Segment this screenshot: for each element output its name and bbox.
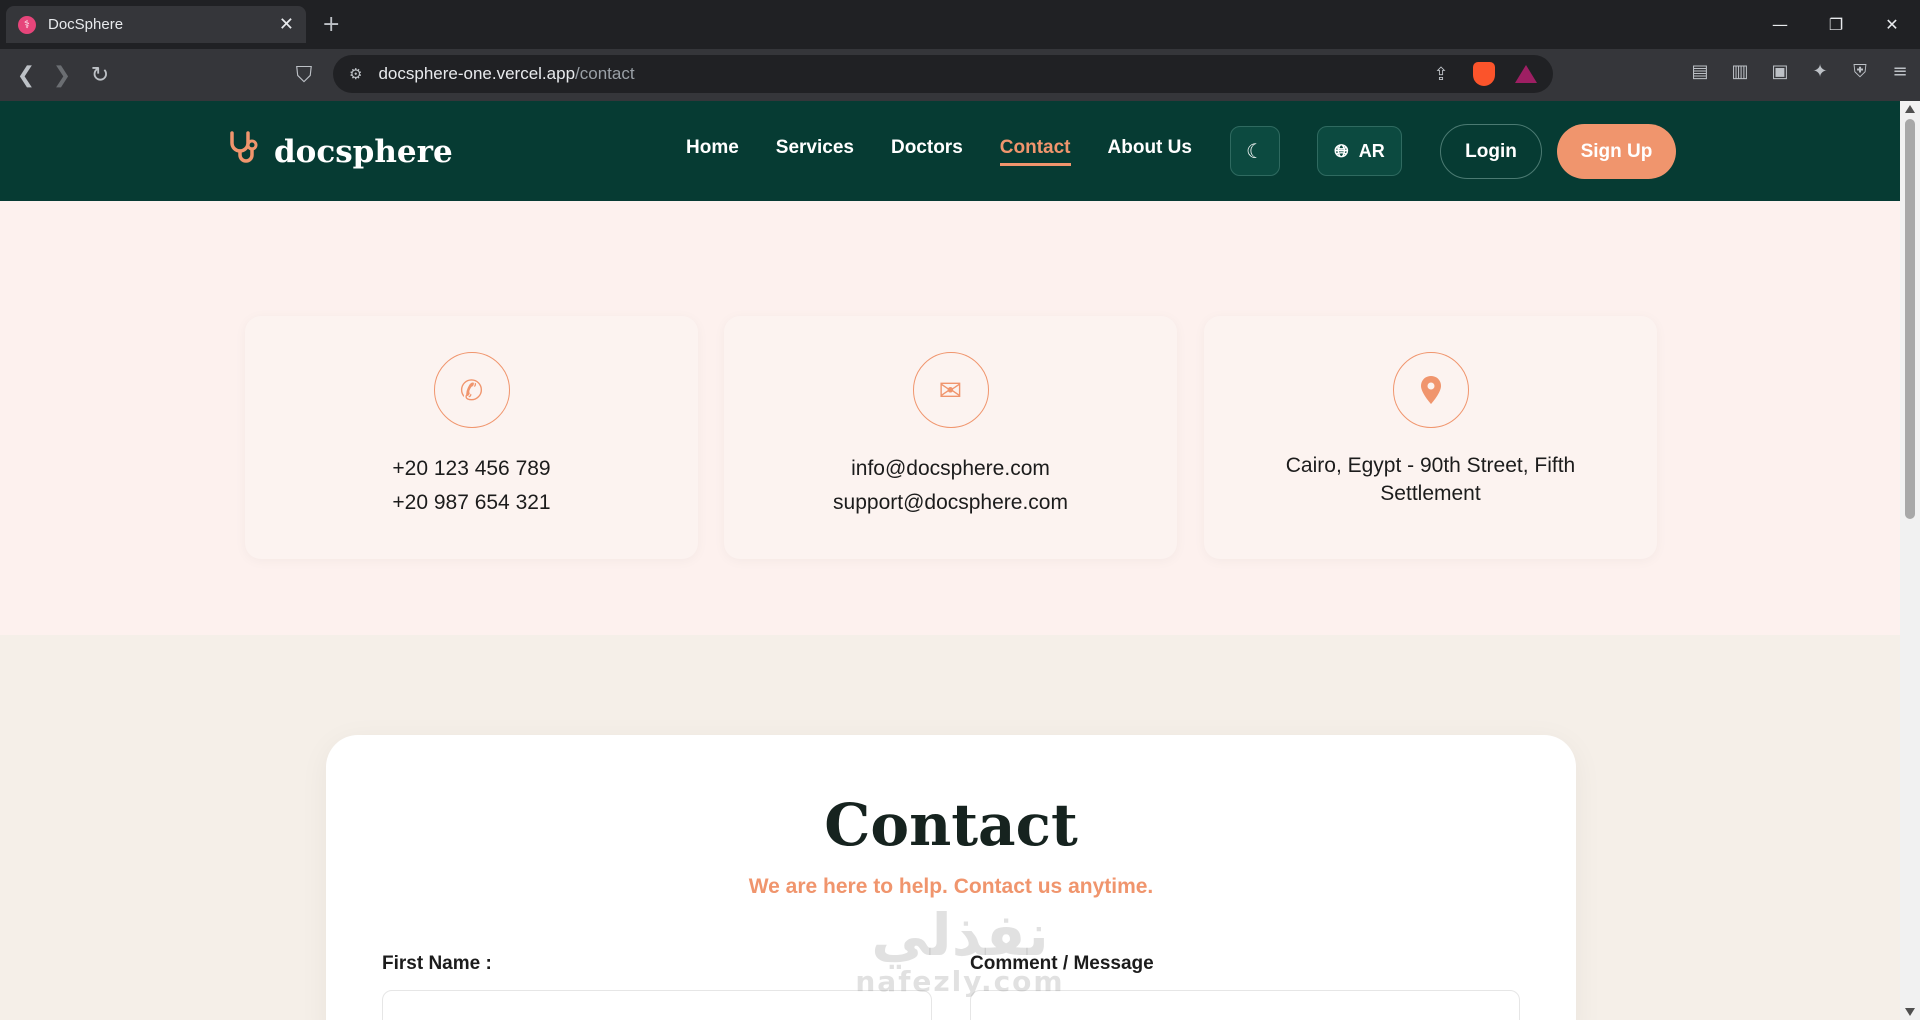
- sidebar-icon[interactable]: ▥: [1728, 59, 1752, 83]
- minimize-icon[interactable]: —: [1752, 0, 1808, 49]
- close-window-icon[interactable]: ✕: [1864, 0, 1920, 49]
- share-icon[interactable]: ⇪: [1429, 62, 1453, 86]
- phone-lines: +20 123 456 789 +20 987 654 321: [392, 452, 550, 520]
- phone-number[interactable]: +20 987 654 321: [392, 486, 550, 520]
- page-scrollbar[interactable]: [1900, 101, 1920, 1020]
- nav-contact[interactable]: Contact: [999, 137, 1071, 166]
- sign-up-button[interactable]: Sign Up: [1557, 124, 1676, 179]
- reader-mode-icon[interactable]: ▤: [1688, 59, 1712, 83]
- email-lines: info@docsphere.com support@docsphere.com: [833, 452, 1068, 520]
- scroll-down-icon[interactable]: [1905, 1008, 1915, 1016]
- restore-icon[interactable]: ❐: [1808, 0, 1864, 49]
- address-text: Cairo, Egypt - 90th Street, Fifth Settle…: [1285, 454, 1576, 505]
- bookmark-icon[interactable]: ⛉: [290, 61, 318, 89]
- window-controls: — ❐ ✕: [1752, 0, 1920, 49]
- nav-services[interactable]: Services: [776, 137, 854, 166]
- url-text[interactable]: docsphere-one.vercel.app/contact: [378, 64, 1429, 84]
- globe-icon: 🌐︎: [1334, 140, 1349, 161]
- phone-icon: ✆: [433, 352, 510, 428]
- favicon-icon: ⚕: [18, 15, 36, 34]
- map-pin-svg: [1420, 376, 1441, 404]
- watermark: نفذلي nafezly.com: [850, 905, 1070, 998]
- email-card: ✉ info@docsphere.com support@docsphere.c…: [724, 316, 1177, 559]
- browser-tab-bar: ⚕ DocSphere ✕ + — ❐ ✕: [0, 0, 1920, 49]
- close-tab-icon[interactable]: ✕: [279, 14, 294, 35]
- vpn-icon[interactable]: ⛨: [1848, 59, 1872, 83]
- browser-tab[interactable]: ⚕ DocSphere ✕: [6, 6, 306, 43]
- envelope-icon: ✉: [912, 352, 989, 428]
- theme-toggle-button[interactable]: ☾: [1230, 126, 1280, 176]
- forward-icon[interactable]: ❯: [48, 61, 76, 89]
- menu-icon[interactable]: ≡: [1888, 59, 1912, 83]
- logo-text: docsphere: [274, 133, 453, 170]
- url-path: /contact: [575, 64, 635, 83]
- logo[interactable]: docsphere: [226, 129, 453, 174]
- contact-subtitle: We are here to help. Contact us anytime.: [748, 875, 1154, 898]
- contact-info-section: ✆ +20 123 456 789 +20 987 654 321 ✉ info…: [0, 201, 1900, 635]
- browser-toolbar: ❮ ❯ ↻ ⛉ ⚙ docsphere-one.vercel.app/conta…: [0, 49, 1920, 101]
- language-button[interactable]: 🌐︎ AR: [1317, 126, 1402, 176]
- url-host: docsphere-one.vercel.app: [378, 64, 576, 83]
- watermark-latin: nafezly.com: [855, 965, 1065, 998]
- first-name-label: First Name :: [382, 953, 492, 974]
- moon-icon: ☾: [1246, 139, 1264, 163]
- brave-rewards-icon[interactable]: [1515, 65, 1537, 83]
- phone-card: ✆ +20 123 456 789 +20 987 654 321: [245, 316, 698, 559]
- contact-title: Contact: [824, 791, 1078, 859]
- stethoscope-icon: [226, 129, 262, 174]
- new-tab-icon[interactable]: +: [322, 12, 340, 37]
- back-icon[interactable]: ❮: [12, 61, 40, 89]
- scroll-thumb[interactable]: [1905, 119, 1915, 519]
- nav-home[interactable]: Home: [686, 137, 739, 166]
- nav-doctors[interactable]: Doctors: [891, 137, 963, 166]
- leo-ai-icon[interactable]: ✦: [1808, 59, 1832, 83]
- site-settings-icon[interactable]: ⚙: [349, 65, 362, 83]
- brave-shields-icon[interactable]: [1473, 62, 1495, 86]
- login-button[interactable]: Login: [1440, 124, 1542, 179]
- tab-title: DocSphere: [48, 16, 124, 33]
- watermark-arabic: نفذلي: [871, 901, 1049, 969]
- language-label: AR: [1358, 140, 1385, 161]
- stethoscope-svg: [230, 131, 258, 163]
- scroll-up-icon[interactable]: [1905, 105, 1915, 113]
- site-header: docsphere Home Services Doctors Contact …: [0, 101, 1900, 201]
- email-address[interactable]: support@docsphere.com: [833, 486, 1068, 520]
- phone-number[interactable]: +20 123 456 789: [392, 452, 550, 486]
- address-card: Cairo, Egypt - 90th Street, Fifth Settle…: [1204, 316, 1657, 559]
- main-nav: Home Services Doctors Contact About Us: [686, 137, 1192, 166]
- nav-about-us[interactable]: About Us: [1108, 137, 1192, 166]
- email-address[interactable]: info@docsphere.com: [833, 452, 1068, 486]
- map-pin-icon: [1392, 352, 1469, 428]
- reload-icon[interactable]: ↻: [86, 61, 114, 89]
- wallet-icon[interactable]: ▣: [1768, 59, 1792, 83]
- address-bar[interactable]: ⚙ docsphere-one.vercel.app/contact ⇪: [333, 55, 1553, 93]
